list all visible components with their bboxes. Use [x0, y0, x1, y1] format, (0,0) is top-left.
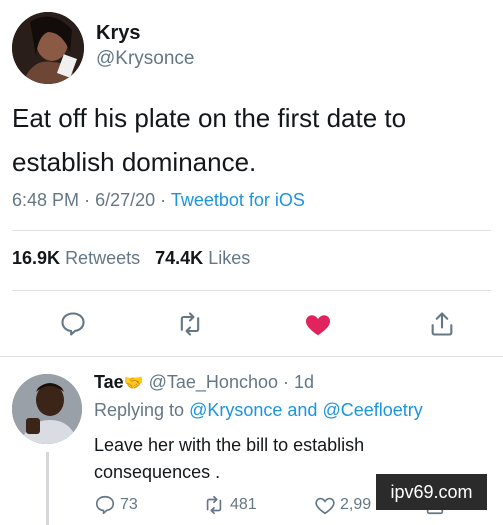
- retweets-count[interactable]: 16.9K: [12, 248, 60, 268]
- retweet-count: 481: [230, 496, 257, 513]
- retweet-icon: [206, 495, 222, 515]
- replying-prefix: Replying to: [94, 400, 185, 420]
- meta-separator: ·: [160, 190, 167, 210]
- retweet-icon: [180, 312, 200, 336]
- author-handle[interactable]: @Krysonce: [96, 48, 195, 70]
- heart-shape: [305, 315, 331, 336]
- avatar[interactable]: [12, 374, 82, 444]
- avatar-photo: [12, 374, 82, 444]
- mention-and: and: [287, 400, 318, 420]
- author-name[interactable]: Krys: [96, 22, 140, 45]
- reply-icon: [61, 312, 85, 336]
- tweet-source[interactable]: Tweetbot for iOS: [171, 190, 305, 210]
- action-bar: [0, 306, 503, 346]
- divider: [0, 356, 503, 357]
- mention-link[interactable]: @Ceefloetry: [322, 400, 422, 420]
- tweet-date[interactable]: 6/27/20: [95, 190, 155, 210]
- avatar[interactable]: [12, 12, 84, 84]
- avatar-photo: [12, 12, 84, 84]
- tweet-meta: 6:48 PM · 6/27/20 · Tweetbot for iOS: [12, 190, 305, 211]
- reply-icon: [95, 495, 115, 515]
- reply-retweet-button[interactable]: 481: [202, 492, 257, 518]
- reply-header: Tae🤝 @Tae_Honchoo · 1d: [94, 372, 314, 393]
- tweet-text: Eat off his plate on the first date to e…: [12, 103, 407, 177]
- handshake-emoji: 🤝: [123, 375, 144, 392]
- watermark: ipv69.com: [376, 474, 487, 510]
- tweet-stats: 16.9K Retweets 74.4K Likes: [12, 248, 250, 269]
- share-icon: [431, 312, 453, 336]
- heart-icon: [315, 497, 335, 515]
- reply-author-name[interactable]: Tae: [94, 372, 124, 392]
- thread-line: [46, 452, 49, 525]
- reply-author-handle[interactable]: @Tae_Honchoo: [149, 372, 278, 392]
- like-button[interactable]: [300, 306, 336, 342]
- mention-link[interactable]: @Krysonce: [189, 400, 282, 420]
- tweet-time: 6:48 PM: [12, 190, 80, 210]
- divider: [12, 230, 491, 231]
- divider: [12, 290, 491, 291]
- reply-reply-button[interactable]: 73: [94, 492, 138, 518]
- share-button[interactable]: [424, 306, 460, 342]
- likes-count[interactable]: 74.4K: [155, 248, 203, 268]
- meta-separator: ·: [84, 190, 91, 210]
- replying-to: Replying to @Krysonce and @Ceefloetry: [94, 400, 423, 421]
- reply-button[interactable]: [55, 306, 91, 342]
- like-count: 2,99: [340, 496, 372, 513]
- reply-age[interactable]: 1d: [294, 372, 314, 392]
- likes-label[interactable]: Likes: [208, 248, 250, 268]
- reply-count: 73: [120, 496, 138, 513]
- retweets-label[interactable]: Retweets: [65, 248, 140, 268]
- retweet-button[interactable]: [172, 306, 208, 342]
- reply-like-button[interactable]: 2,99: [314, 492, 371, 518]
- meta-separator: ·: [283, 372, 289, 392]
- heart-filled-icon: [305, 315, 331, 336]
